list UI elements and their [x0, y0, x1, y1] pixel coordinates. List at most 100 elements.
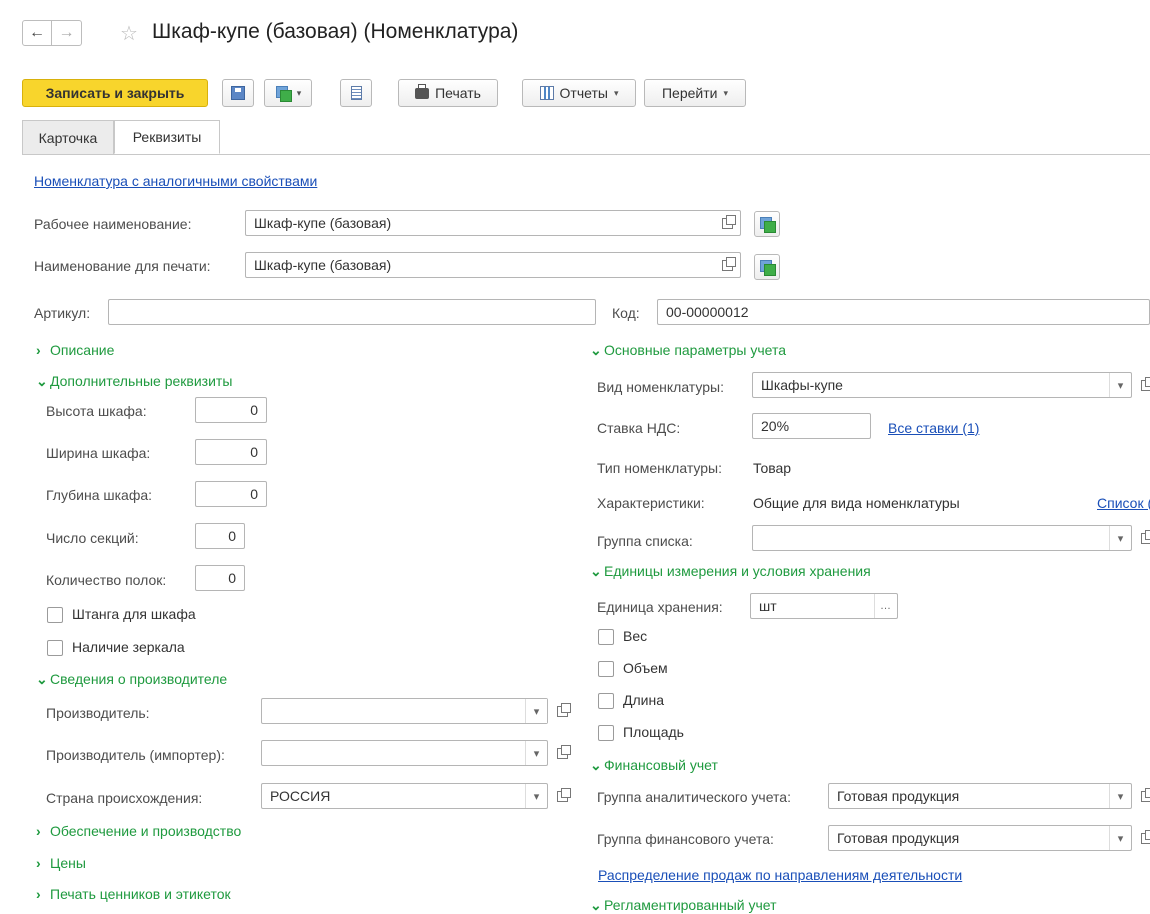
characteristics-list-link[interactable]: Список (3 — [1097, 495, 1150, 511]
width-field[interactable]: 0 — [195, 439, 267, 465]
chevron-down-icon: ⌄ — [590, 757, 602, 773]
fill-icon — [759, 216, 776, 233]
analytic-group-label: Группа аналитического учета: — [597, 789, 791, 805]
section-units-storage[interactable]: ⌄ Единицы измерения и условия хранения — [590, 563, 871, 580]
open-field-icon[interactable] — [716, 211, 738, 235]
chevron-right-icon: › — [36, 823, 41, 839]
open-field-icon[interactable] — [1135, 826, 1150, 850]
create-based-on-button[interactable]: ▾ — [264, 79, 312, 107]
article-label: Артикул: — [34, 305, 91, 321]
list-group-label: Группа списка: — [597, 533, 693, 549]
back-button[interactable]: ← — [22, 20, 52, 46]
chevron-down-icon[interactable]: ▾ — [525, 784, 547, 808]
chevron-down-icon[interactable]: ▾ — [1109, 826, 1131, 850]
chevron-down-icon: ⌄ — [590, 563, 602, 579]
open-field-icon[interactable] — [1135, 373, 1150, 397]
rod-checkbox[interactable] — [47, 607, 63, 623]
height-label: Высота шкафа: — [46, 403, 147, 419]
open-field-icon[interactable] — [1135, 784, 1150, 808]
manufacturer-field[interactable] — [261, 698, 548, 724]
chevron-down-icon[interactable]: ▾ — [1109, 526, 1131, 550]
weight-checkbox[interactable] — [598, 629, 614, 645]
tab-card[interactable]: Карточка — [22, 120, 114, 154]
weight-checkbox-label: Вес — [623, 628, 648, 644]
depth-label: Глубина шкафа: — [46, 487, 153, 503]
open-field-icon[interactable] — [1135, 526, 1150, 550]
sales-distribution-link[interactable]: Распределение продаж по направлениям дея… — [598, 867, 962, 883]
code-field[interactable]: 00-00000012 — [657, 299, 1150, 325]
forward-button[interactable]: → — [52, 20, 82, 46]
chevron-down-icon: ⌄ — [36, 671, 48, 687]
volume-checkbox[interactable] — [598, 661, 614, 677]
height-field[interactable]: 0 — [195, 397, 267, 423]
country-field[interactable]: РОССИЯ — [261, 783, 548, 809]
volume-checkbox-label: Объем — [623, 660, 668, 676]
area-checkbox-label: Площадь — [623, 724, 684, 740]
chevron-down-icon: ⌄ — [36, 373, 48, 389]
print-button[interactable]: Печать — [398, 79, 498, 107]
analytic-group-field[interactable]: Готовая продукция — [828, 783, 1132, 809]
work-name-action-button[interactable] — [754, 211, 780, 237]
report-icon — [539, 86, 554, 100]
country-label: Страна происхождения: — [46, 790, 203, 806]
section-main-params[interactable]: ⌄ Основные параметры учета — [590, 342, 786, 359]
chevron-down-icon[interactable]: ▾ — [1109, 373, 1131, 397]
print-name-label: Наименование для печати: — [34, 258, 211, 274]
section-price-labels[interactable]: › Печать ценников и этикеток — [36, 886, 231, 902]
open-field-icon[interactable] — [551, 784, 573, 808]
reports-button[interactable]: Отчеты ▾ — [522, 79, 636, 107]
favorite-star-icon[interactable]: ☆ — [120, 21, 138, 46]
mirror-checkbox[interactable] — [47, 640, 63, 656]
chevron-down-icon: ▾ — [723, 87, 728, 98]
more-options-icon[interactable]: … — [874, 594, 896, 618]
section-manufacturer[interactable]: ⌄ Сведения о производителе — [36, 671, 227, 688]
goto-button[interactable]: Перейти ▾ — [644, 79, 746, 107]
section-financial[interactable]: ⌄ Финансовый учет — [590, 757, 718, 774]
chevron-right-icon: › — [36, 855, 41, 871]
document-icon — [350, 86, 362, 100]
article-field[interactable] — [108, 299, 596, 325]
storage-unit-label: Единица хранения: — [597, 599, 723, 615]
document-list-button[interactable] — [340, 79, 372, 107]
section-supply-production[interactable]: › Обеспечение и производство — [36, 823, 241, 839]
save-and-close-button[interactable]: Записать и закрыть — [22, 79, 208, 107]
chevron-right-icon: › — [36, 886, 41, 902]
length-checkbox[interactable] — [598, 693, 614, 709]
chevron-down-icon[interactable]: ▾ — [525, 699, 547, 723]
fill-icon — [759, 259, 776, 276]
finance-group-label: Группа финансового учета: — [597, 831, 774, 847]
kind-field[interactable]: Шкафы-купе — [752, 372, 1132, 398]
open-field-icon[interactable] — [551, 741, 573, 765]
vat-field[interactable]: 20% — [752, 413, 871, 439]
section-extra-requisites[interactable]: ⌄ Дополнительные реквизиты — [36, 373, 232, 390]
length-checkbox-label: Длина — [623, 692, 664, 708]
open-field-icon[interactable] — [716, 253, 738, 277]
characteristics-label: Характеристики: — [597, 495, 705, 511]
sections-count-field[interactable]: 0 — [195, 523, 245, 549]
finance-group-field[interactable]: Готовая продукция — [828, 825, 1132, 851]
depth-field[interactable]: 0 — [195, 481, 267, 507]
section-prices[interactable]: › Цены — [36, 855, 86, 871]
work-name-field[interactable]: Шкаф-купе (базовая) — [245, 210, 741, 236]
chevron-down-icon: ▾ — [613, 87, 619, 98]
chevron-down-icon[interactable]: ▾ — [525, 741, 547, 765]
printer-icon — [415, 83, 430, 99]
print-name-field[interactable]: Шкаф-купе (базовая) — [245, 252, 741, 278]
chevron-down-icon[interactable]: ▾ — [1109, 784, 1131, 808]
shelves-count-field[interactable]: 0 — [195, 565, 245, 591]
save-button[interactable] — [222, 79, 254, 107]
area-checkbox[interactable] — [598, 725, 614, 741]
importer-field[interactable] — [261, 740, 548, 766]
chevron-down-icon: ⌄ — [590, 342, 602, 358]
tab-requisites[interactable]: Реквизиты — [114, 120, 220, 154]
print-name-action-button[interactable] — [754, 254, 780, 280]
similar-items-link[interactable]: Номенклатура с аналогичными свойствами — [34, 173, 317, 189]
characteristics-value: Общие для вида номенклатуры — [753, 495, 960, 511]
mirror-checkbox-label: Наличие зеркала — [72, 639, 185, 655]
open-field-icon[interactable] — [551, 699, 573, 723]
tab-bar-line — [22, 154, 1150, 155]
all-rates-link[interactable]: Все ставки (1) — [888, 420, 979, 436]
list-group-field[interactable] — [752, 525, 1132, 551]
code-label: Код: — [612, 305, 640, 321]
section-description[interactable]: › Описание — [36, 342, 114, 358]
